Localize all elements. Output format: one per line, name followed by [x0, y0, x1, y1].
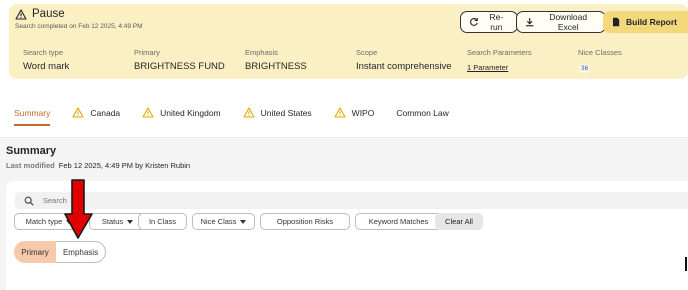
- primary-field: Primary BRIGHTNESS FUND: [134, 48, 225, 72]
- annotation-arrow-icon: [64, 179, 93, 239]
- tab-label: Common Law: [396, 107, 449, 118]
- search-type-label: Search type: [23, 48, 64, 57]
- clear-all-button[interactable]: Clear All: [435, 213, 483, 230]
- scope-value: Instant comprehensive: [356, 61, 452, 72]
- rerun-label: Re-run: [489, 12, 504, 32]
- last-modified-label: Last modified: [6, 161, 55, 170]
- tab-united-kingdom[interactable]: United Kingdom: [142, 107, 221, 126]
- tab-canada[interactable]: Canada: [72, 107, 120, 126]
- search-icon: [24, 196, 34, 206]
- status-title: Pause: [32, 8, 65, 20]
- primary-toggle-button[interactable]: Primary: [14, 241, 56, 263]
- warning-icon: [142, 107, 154, 118]
- chevron-down-icon: [240, 219, 247, 224]
- nice-class-filter[interactable]: Nice Class: [192, 213, 255, 230]
- jurisdiction-tabs: Summary Canada United Kingdom United Sta…: [14, 107, 471, 126]
- tab-label: WIPO: [351, 107, 375, 118]
- filter-label: In Class: [148, 217, 177, 226]
- nice-classes-field: Nice Classes 36: [578, 48, 622, 75]
- warning-icon: [334, 107, 346, 118]
- build-report-label: Build Report: [626, 17, 677, 27]
- last-modified-value: Feb 12 2025, 4:49 PM by Kristen Rubin: [58, 161, 191, 170]
- mark-toggle: Primary Emphasis: [14, 241, 106, 263]
- tab-label: United States: [260, 107, 312, 118]
- warning-icon: [72, 107, 84, 118]
- search-bar: [15, 192, 688, 209]
- status-title-row: Pause: [15, 8, 65, 20]
- tab-label: Summary: [14, 107, 51, 118]
- search-parameters-label: Search Parameters: [467, 48, 532, 57]
- tab-summary[interactable]: Summary: [14, 107, 51, 126]
- chevron-down-icon: [127, 219, 134, 224]
- tab-label: United Kingdom: [160, 107, 221, 118]
- emphasis-field: Emphasis BRIGHTNESS: [245, 48, 307, 72]
- search-parameters-field: Search Parameters 1 Parameter: [467, 48, 532, 72]
- filter-label: Opposition Risks: [276, 217, 334, 226]
- page-title: Summary: [6, 145, 57, 157]
- tab-wipo[interactable]: WIPO: [334, 107, 375, 126]
- primary-value: BRIGHTNESS FUND: [134, 61, 225, 72]
- scope-field: Scope Instant comprehensive: [356, 48, 452, 72]
- rerun-button[interactable]: Re-run: [460, 11, 518, 33]
- emphasis-label: Emphasis: [245, 48, 278, 57]
- download-excel-label: Download Excel: [549, 12, 588, 32]
- tab-united-states[interactable]: United States: [243, 107, 312, 126]
- download-excel-button[interactable]: Download Excel: [516, 11, 606, 33]
- last-modified: Last modified Feb 12 2025, 4:49 PM by Kri…: [6, 161, 190, 170]
- search-parameters-link[interactable]: 1 Parameter: [467, 63, 532, 72]
- nice-classes-label: Nice Classes: [578, 48, 622, 57]
- refresh-icon: [470, 17, 478, 26]
- filter-label: Match type: [25, 217, 63, 226]
- tab-common-law[interactable]: Common Law: [396, 108, 448, 126]
- build-report-button[interactable]: Build Report: [603, 11, 688, 33]
- opposition-risks-filter[interactable]: Opposition Risks: [260, 213, 350, 230]
- tab-label: Canada: [90, 107, 121, 118]
- status-subtitle: Search completed on Feb 12 2025, 4:49 PM: [15, 23, 143, 30]
- scope-label: Scope: [356, 48, 378, 57]
- filter-label: Clear All: [445, 217, 473, 226]
- emphasis-toggle-button[interactable]: Emphasis: [56, 241, 106, 263]
- download-icon: [525, 18, 534, 27]
- emphasis-value: BRIGHTNESS: [245, 61, 307, 72]
- filter-label: Status: [101, 217, 124, 226]
- warning-icon: [15, 8, 27, 20]
- primary-label: Primary: [134, 48, 160, 57]
- report-icon: [613, 17, 620, 27]
- keyword-matches-filter[interactable]: Keyword Matches: [355, 213, 442, 230]
- in-class-filter[interactable]: In Class: [138, 213, 187, 230]
- search-type-field: Search type Word mark: [23, 48, 69, 72]
- nice-class-badge: 36: [578, 64, 592, 73]
- filter-label: Nice Class: [200, 217, 237, 226]
- text-cursor: [685, 257, 687, 271]
- filter-label: Keyword Matches: [368, 217, 429, 226]
- warning-icon: [243, 107, 255, 118]
- search-type-value: Word mark: [23, 61, 70, 72]
